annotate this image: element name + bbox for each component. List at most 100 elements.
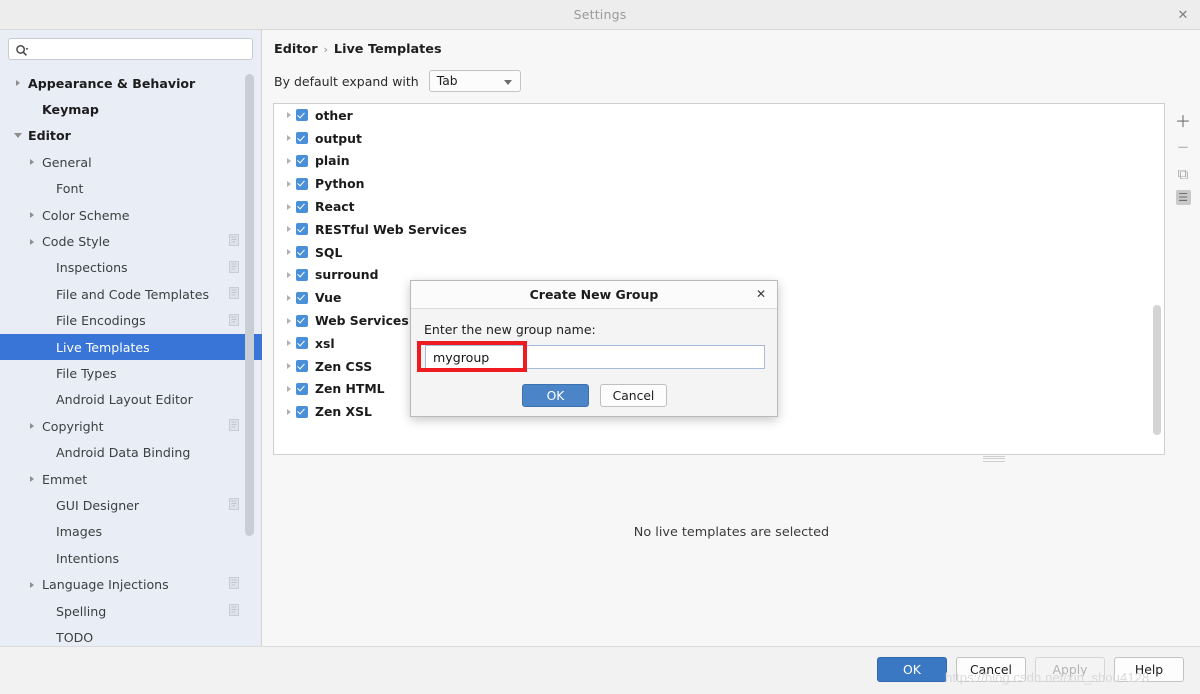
ok-button[interactable]: OK [877,657,947,682]
add-icon[interactable]: ＋ [1172,109,1194,131]
group-checkbox[interactable] [296,154,308,167]
settings-window: Settings ✕ Appearance & Behavior Keymap Ed… [0,0,1200,694]
sidebar-item-live-templates[interactable]: Live Templates [0,333,262,361]
sidebar-item-todo[interactable]: TODO [0,624,262,646]
sidebar-item-label: Inspections [56,260,128,276]
chevron-right-icon[interactable] [24,207,40,223]
template-group-label: xsl [315,335,335,351]
sidebar-item-emmet[interactable]: Emmet [0,466,262,492]
search-icon [15,43,29,57]
sidebar-item-copyright[interactable]: Copyright [0,413,262,439]
sidebar-item-keymap[interactable]: Keymap [0,96,262,122]
group-checkbox[interactable] [296,200,308,213]
dialog-cancel-button[interactable]: Cancel [600,384,667,407]
resize-grip[interactable] [983,454,1005,462]
template-group-row[interactable]: RESTful Web Services [274,218,1164,241]
dialog-titlebar: Create New Group ✕ [411,281,777,309]
group-checkbox[interactable] [296,246,308,259]
remove-icon[interactable]: − [1172,136,1194,158]
settings-category-tree[interactable]: Appearance & Behavior Keymap Editor General… [0,70,262,646]
sidebar-item-file-types[interactable]: File Types [0,360,262,386]
sidebar-item-android-data-binding[interactable]: Android Data Binding [0,439,262,465]
list-scrollbar-thumb[interactable] [1153,305,1161,435]
chevron-right-icon[interactable] [282,385,296,392]
sidebar-item-label: Font [56,181,84,197]
chevron-right-icon[interactable] [282,203,296,210]
chevron-right-icon[interactable] [282,271,296,278]
breadcrumb: Editor › Live Templates [274,42,442,57]
template-group-row[interactable]: plain [274,150,1164,173]
sidebar-item-color-scheme[interactable]: Color Scheme [0,202,262,228]
template-group-row[interactable]: other [274,104,1164,127]
chevron-right-icon[interactable] [282,135,296,142]
group-checkbox[interactable] [296,405,308,418]
chevron-right-icon[interactable] [282,249,296,256]
sidebar-item-general[interactable]: General [0,149,262,175]
sidebar-scrollbar-thumb[interactable] [245,74,254,536]
config-scope-icon [229,603,240,617]
sidebar-item-gui-designer[interactable]: GUI Designer [0,492,262,518]
group-checkbox[interactable] [296,223,308,236]
close-icon[interactable]: ✕ [1172,5,1194,25]
breadcrumb-parent[interactable]: Editor [274,42,318,57]
config-scope-icon [229,498,240,511]
search-input[interactable] [33,39,252,61]
chevron-right-icon[interactable] [282,294,296,301]
chevron-right-icon[interactable] [24,418,40,434]
sidebar-item-inspections[interactable]: Inspections [0,255,262,281]
sidebar-item-editor[interactable]: Editor [0,123,262,149]
group-checkbox[interactable] [296,109,308,122]
group-checkbox[interactable] [296,337,308,350]
chevron-right-icon[interactable] [24,154,40,170]
chevron-right-icon[interactable] [24,471,40,487]
group-checkbox[interactable] [296,314,308,327]
duplicate-icon[interactable]: ⧉ [1172,163,1194,185]
chevron-right-icon[interactable] [24,234,40,250]
sidebar-item-label: Editor [28,128,71,144]
chevron-right-icon[interactable] [282,112,296,119]
window-title: Settings [573,7,627,22]
chevron-right-icon[interactable] [282,226,296,233]
template-group-row[interactable]: SQL [274,241,1164,264]
chevron-right-icon[interactable] [282,363,296,370]
sidebar-item-file-encodings[interactable]: File Encodings [0,308,262,334]
template-group-row[interactable]: Python [274,172,1164,195]
group-checkbox[interactable] [296,382,308,395]
sidebar-item-code-style[interactable]: Code Style [0,228,262,254]
chevron-right-icon[interactable] [24,577,40,593]
chevron-right-icon[interactable] [282,408,296,415]
group-checkbox[interactable] [296,291,308,304]
list-scrollbar-track[interactable] [1152,105,1163,454]
group-checkbox[interactable] [296,360,308,373]
chevron-right-icon[interactable] [282,180,296,187]
chevron-right-icon[interactable] [282,317,296,324]
group-checkbox[interactable] [296,268,308,281]
sidebar-item-font[interactable]: Font [0,176,262,202]
search-box[interactable] [8,38,253,61]
group-checkbox[interactable] [296,177,308,190]
sidebar-item-file-and-code-templates[interactable]: File and Code Templates [0,281,262,307]
chevron-right-icon[interactable] [282,340,296,347]
sidebar-item-spelling[interactable]: Spelling [0,598,262,624]
expand-with-select[interactable]: Tab [428,70,521,92]
copy-list-icon[interactable]: ☰ [1175,190,1191,205]
chevron-right-icon[interactable] [282,157,296,164]
dialog-ok-button[interactable]: OK [522,384,589,407]
dialog-close-icon[interactable]: ✕ [753,286,769,302]
chevron-down-icon[interactable] [10,128,26,144]
template-group-row[interactable]: output [274,127,1164,150]
sidebar-item-label: Color Scheme [42,207,130,223]
sidebar-item-images[interactable]: Images [0,519,262,545]
sidebar-item-language-injections[interactable]: Language Injections [0,571,262,597]
chevron-right-icon[interactable] [10,75,26,91]
sidebar-item-appearance-behavior[interactable]: Appearance & Behavior [0,70,262,96]
group-name-input[interactable] [425,345,765,369]
template-group-label: React [315,199,355,215]
group-checkbox[interactable] [296,132,308,145]
template-group-row[interactable]: React [274,195,1164,218]
sidebar-item-intentions[interactable]: Intentions [0,545,262,571]
sidebar-scrollbar-track[interactable] [245,70,258,646]
sidebar-item-android-layout-editor[interactable]: Android Layout Editor [0,387,262,413]
